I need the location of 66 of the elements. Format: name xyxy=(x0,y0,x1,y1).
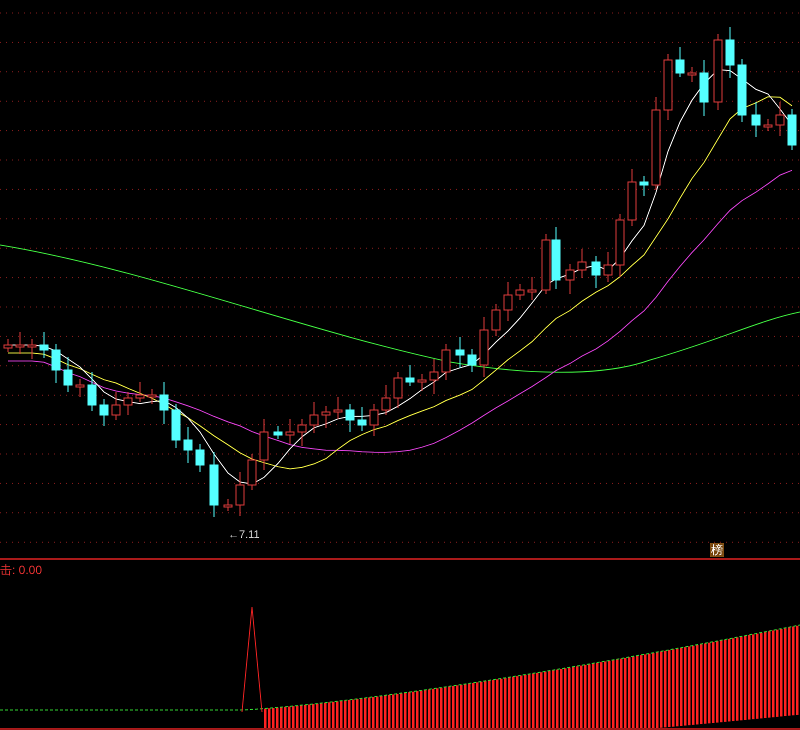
candlestick xyxy=(322,406,330,428)
candlestick xyxy=(16,332,24,354)
list-badge: 榜 xyxy=(710,543,724,557)
candlestick xyxy=(112,392,120,420)
candlestick xyxy=(700,60,708,116)
candlestick xyxy=(430,358,438,394)
candlestick xyxy=(88,372,96,412)
candlestick xyxy=(752,102,760,138)
candlestick xyxy=(394,372,402,408)
candlestick xyxy=(64,356,72,392)
candlestick xyxy=(566,264,574,294)
candlestick xyxy=(160,382,168,424)
candlestick xyxy=(776,102,784,136)
candlestick xyxy=(184,426,192,464)
low-price-label: ←7.11 xyxy=(228,529,260,541)
candlestick xyxy=(764,118,772,132)
indicator-legend: 击: 0.00 xyxy=(0,562,42,579)
candlestick xyxy=(28,338,36,360)
candlestick xyxy=(260,418,268,470)
candlestick xyxy=(358,406,366,432)
candlestick xyxy=(370,404,378,436)
candlestick xyxy=(442,344,450,380)
candlestick xyxy=(578,248,586,278)
candlestick xyxy=(528,276,536,300)
candlestick xyxy=(418,374,426,392)
candlestick xyxy=(504,282,512,322)
candlestick xyxy=(136,382,144,402)
candlestick xyxy=(148,388,156,404)
candlestick xyxy=(210,452,218,518)
candlestick xyxy=(406,364,414,386)
candlestick xyxy=(274,426,282,440)
candlestick xyxy=(224,498,232,512)
candlestick xyxy=(604,252,612,282)
candlestick xyxy=(310,402,318,434)
candlestick xyxy=(516,284,524,300)
candlestick xyxy=(592,256,600,288)
candlestick xyxy=(480,316,488,378)
candlestick xyxy=(738,58,746,122)
candlestick xyxy=(124,392,132,416)
candlestick xyxy=(196,444,204,472)
candlestick xyxy=(628,168,636,226)
candlestick xyxy=(542,234,550,294)
candlestick xyxy=(334,396,342,420)
candlestick xyxy=(492,304,500,336)
candlestick xyxy=(346,404,354,432)
candlestick xyxy=(100,398,108,426)
candlestick xyxy=(52,344,60,384)
candlestick xyxy=(552,226,560,290)
candlestick xyxy=(286,418,294,444)
candlestick xyxy=(248,454,256,490)
candlestick xyxy=(172,404,180,448)
candlestick xyxy=(298,418,306,446)
candlestick xyxy=(676,46,684,78)
candlestick xyxy=(616,214,624,278)
candlestick xyxy=(456,336,464,368)
candlestick xyxy=(236,472,244,516)
candlestick xyxy=(468,348,476,372)
candlestick xyxy=(788,108,796,150)
candlestick xyxy=(664,54,672,120)
candlestick xyxy=(640,176,648,196)
candlestick xyxy=(76,378,84,398)
candlestick xyxy=(688,66,696,82)
candlestick xyxy=(4,338,12,352)
candlestick xyxy=(382,384,390,416)
candlestick xyxy=(40,332,48,358)
candlestick xyxy=(726,26,734,78)
